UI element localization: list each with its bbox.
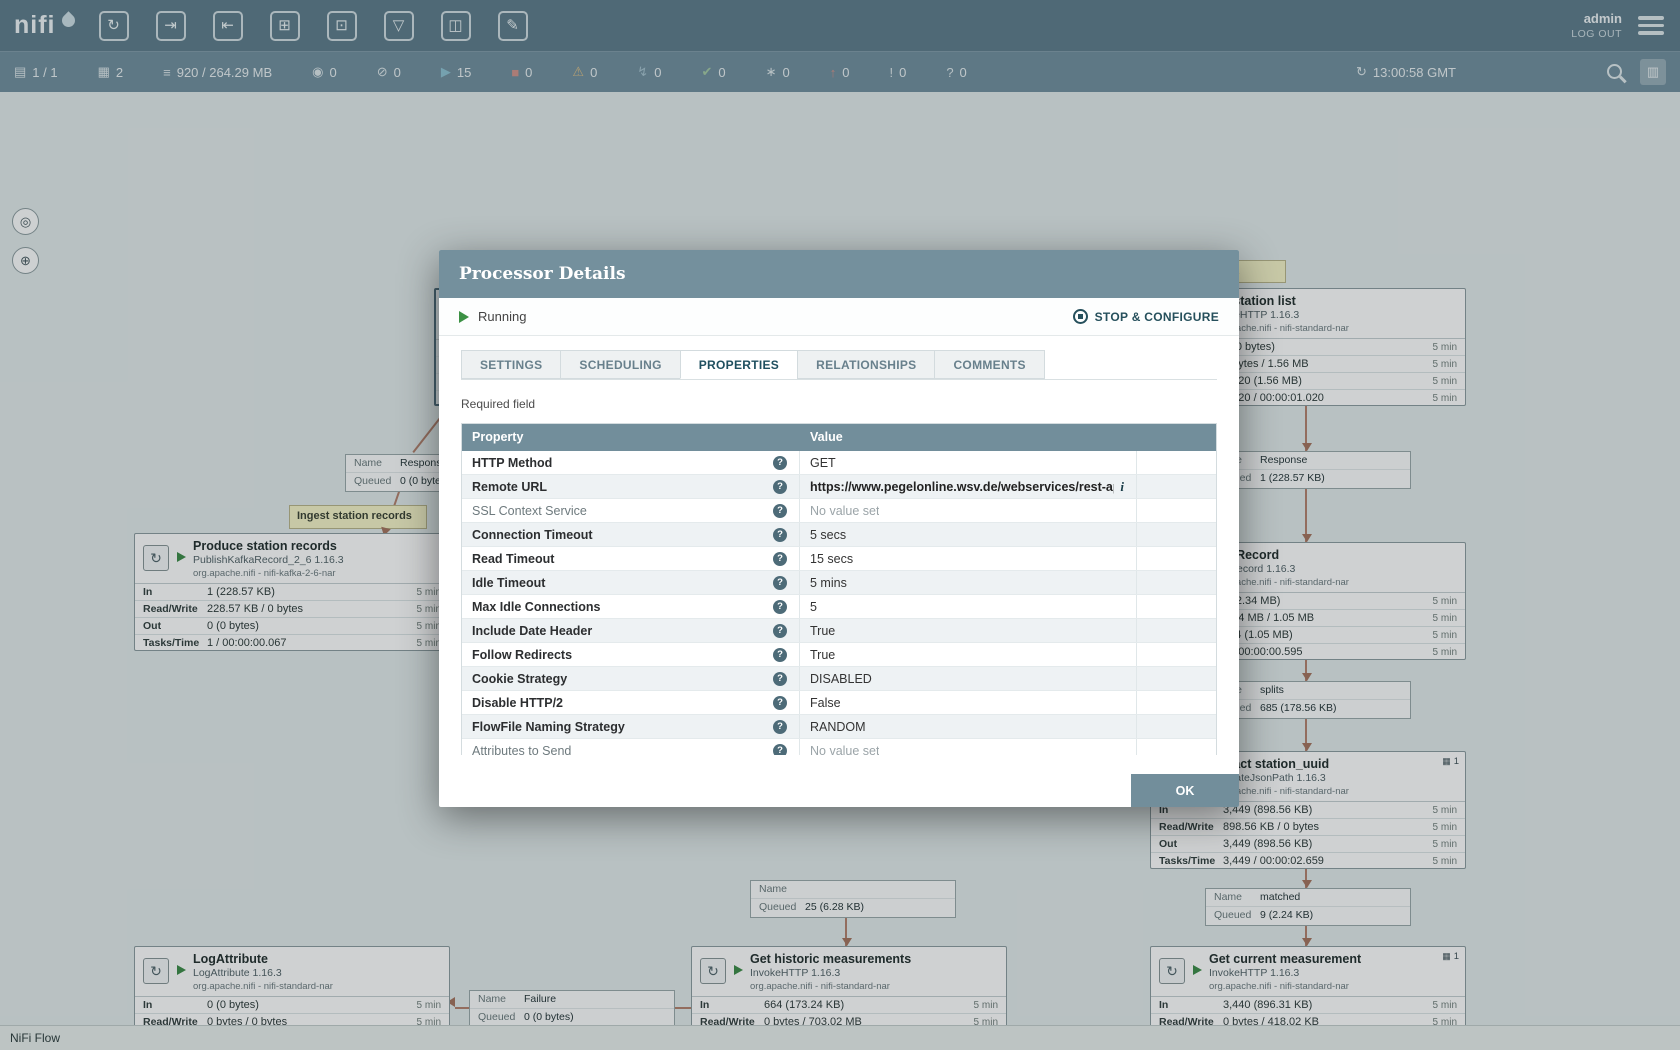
help-icon[interactable]	[773, 672, 787, 686]
action-cell	[1137, 643, 1216, 666]
value-cell: 15 secs	[800, 547, 1137, 570]
property-row: Max Idle Connections 5	[462, 595, 1216, 619]
property-cell: SSL Context Service	[462, 499, 800, 522]
property-cell: Cookie Strategy	[462, 667, 800, 690]
dialog-header: Processor Details	[439, 250, 1239, 298]
nifi-app: nifi ↻ ⇥ ⇤ ⊞ ⊡ ▽ ◫ ✎ admin LOG OUT	[0, 0, 1680, 1050]
property-cell: Disable HTTP/2	[462, 691, 800, 714]
property-row: Connection Timeout 5 secs	[462, 523, 1216, 547]
action-cell	[1137, 619, 1216, 642]
action-cell	[1137, 571, 1216, 594]
value-cell: GET	[800, 451, 1137, 474]
help-icon[interactable]	[773, 744, 787, 756]
help-icon[interactable]	[773, 504, 787, 518]
property-row: Disable HTTP/2 False	[462, 691, 1216, 715]
tab-relationships[interactable]: RELATIONSHIPS	[797, 350, 935, 379]
action-cell	[1137, 667, 1216, 690]
action-cell	[1137, 499, 1216, 522]
required-field-note: Required field	[461, 397, 1217, 411]
value-cell: https://www.pegelonline.wsv.de/webservic…	[800, 475, 1137, 498]
property-cell: Include Date Header	[462, 619, 800, 642]
property-row: Remote URL https://www.pegelonline.wsv.d…	[462, 475, 1216, 499]
property-cell: HTTP Method	[462, 451, 800, 474]
help-icon[interactable]	[773, 528, 787, 542]
property-row: FlowFile Naming Strategy RANDOM	[462, 715, 1216, 739]
help-icon[interactable]	[773, 720, 787, 734]
value-cell: DISABLED	[800, 667, 1137, 690]
property-row: Follow Redirects True	[462, 643, 1216, 667]
property-cell: Remote URL	[462, 475, 800, 498]
value-cell: RANDOM	[800, 715, 1137, 738]
property-row: Idle Timeout 5 mins	[462, 571, 1216, 595]
property-row: SSL Context Service No value set	[462, 499, 1216, 523]
action-cell	[1137, 595, 1216, 618]
action-cell	[1137, 451, 1216, 474]
property-cell: Max Idle Connections	[462, 595, 800, 618]
value-cell: No value set	[800, 499, 1137, 522]
stop-configure-icon	[1073, 309, 1088, 324]
property-cell: Idle Timeout	[462, 571, 800, 594]
property-column-header: Property	[462, 424, 800, 451]
tab-comments[interactable]: COMMENTS	[934, 350, 1044, 379]
help-icon[interactable]	[773, 648, 787, 662]
value-cell: No value set	[800, 739, 1137, 755]
tab-properties[interactable]: PROPERTIES	[680, 350, 798, 379]
help-icon[interactable]	[773, 576, 787, 590]
stop-configure-button[interactable]: STOP & CONFIGURE	[1073, 309, 1219, 324]
dialog-tabs: SETTINGS SCHEDULING PROPERTIES RELATIONS…	[461, 350, 1217, 380]
properties-table: Property Value HTTP Method GET	[461, 423, 1217, 755]
action-cell	[1137, 739, 1216, 755]
property-row: Include Date Header True	[462, 619, 1216, 643]
property-cell: Attributes to Send	[462, 739, 800, 755]
dialog-title: Processor Details	[459, 264, 626, 284]
property-cell: Follow Redirects	[462, 643, 800, 666]
action-cell	[1137, 475, 1216, 498]
run-status-text: Running	[478, 309, 526, 324]
running-status-icon	[459, 311, 469, 323]
action-cell	[1137, 691, 1216, 714]
action-cell	[1137, 523, 1216, 546]
property-cell: Connection Timeout	[462, 523, 800, 546]
property-row: HTTP Method GET	[462, 451, 1216, 475]
help-icon[interactable]	[773, 480, 787, 494]
value-cell: 5 mins	[800, 571, 1137, 594]
tab-scheduling[interactable]: SCHEDULING	[560, 350, 680, 379]
property-cell: Read Timeout	[462, 547, 800, 570]
dialog-status-row: Running STOP & CONFIGURE	[439, 298, 1239, 336]
action-cell	[1137, 715, 1216, 738]
action-cell	[1137, 547, 1216, 570]
help-icon[interactable]	[773, 624, 787, 638]
property-row: Cookie Strategy DISABLED	[462, 667, 1216, 691]
processor-details-dialog: Processor Details Running STOP & CONFIGU…	[439, 250, 1239, 807]
help-icon[interactable]	[773, 552, 787, 566]
stop-configure-label: STOP & CONFIGURE	[1095, 310, 1219, 324]
info-icon	[1114, 479, 1124, 495]
properties-table-body: HTTP Method GET Remote URL	[462, 451, 1216, 755]
property-row: Read Timeout 15 secs	[462, 547, 1216, 571]
properties-table-header: Property Value	[462, 424, 1216, 451]
property-cell: FlowFile Naming Strategy	[462, 715, 800, 738]
tab-settings[interactable]: SETTINGS	[461, 350, 561, 379]
ok-button[interactable]: OK	[1131, 774, 1239, 807]
property-row: Attributes to Send No value set	[462, 739, 1216, 755]
value-column-header: Value	[800, 424, 1137, 451]
value-cell: True	[800, 643, 1137, 666]
value-cell: 5	[800, 595, 1137, 618]
value-cell: 5 secs	[800, 523, 1137, 546]
help-icon[interactable]	[773, 456, 787, 470]
value-cell: True	[800, 619, 1137, 642]
value-cell: False	[800, 691, 1137, 714]
help-icon[interactable]	[773, 696, 787, 710]
help-icon[interactable]	[773, 600, 787, 614]
